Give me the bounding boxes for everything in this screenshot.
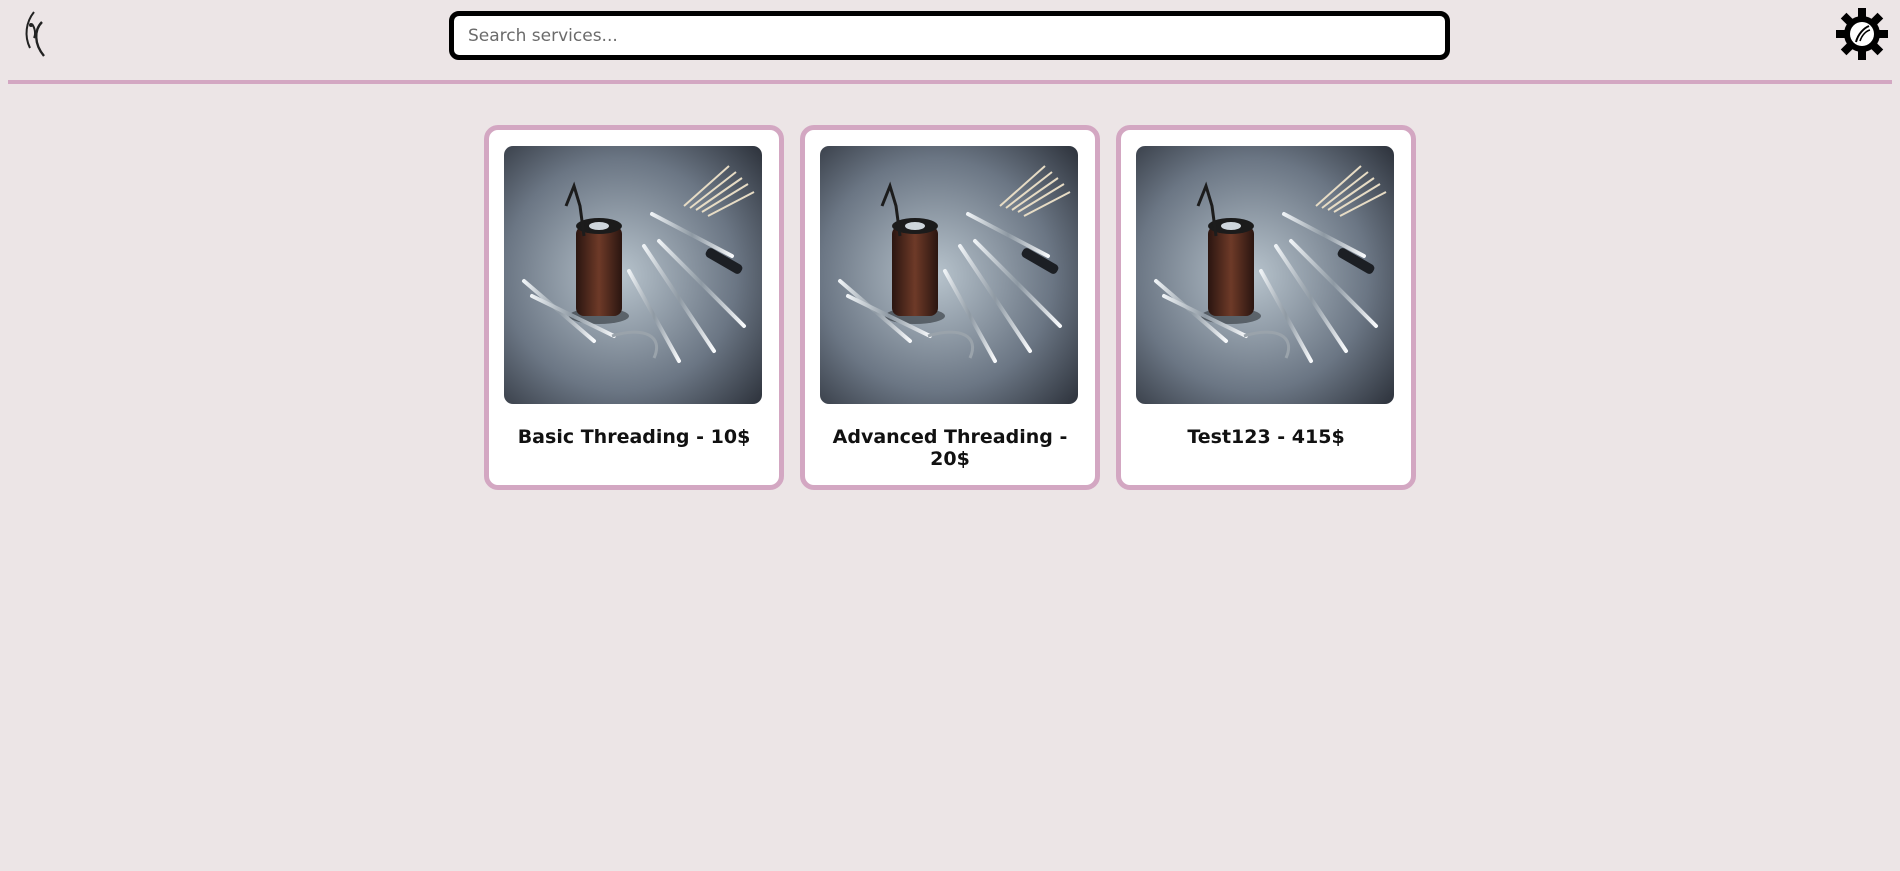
logo-icon[interactable] <box>20 8 56 60</box>
service-title: Basic Threading - 10$ <box>517 426 751 448</box>
header-divider <box>8 80 1892 84</box>
threading-tools-image <box>820 146 1078 404</box>
service-title: Advanced Threading - 20$ <box>832 426 1068 470</box>
service-card[interactable]: Basic Threading - 10$ <box>484 125 784 490</box>
search-input[interactable] <box>454 16 1445 55</box>
gear-icon[interactable] <box>1836 8 1888 60</box>
threading-tools-image <box>504 146 762 404</box>
search-box <box>449 11 1450 60</box>
service-card[interactable]: Advanced Threading - 20$ <box>800 125 1100 490</box>
service-title: Test123 - 415$ <box>1187 426 1345 448</box>
header <box>0 0 1900 84</box>
threading-tools-image <box>1136 146 1394 404</box>
service-card[interactable]: Test123 - 415$ <box>1116 125 1416 490</box>
service-card-list: Basic Threading - 10$ Advanced Threading… <box>484 125 1416 490</box>
